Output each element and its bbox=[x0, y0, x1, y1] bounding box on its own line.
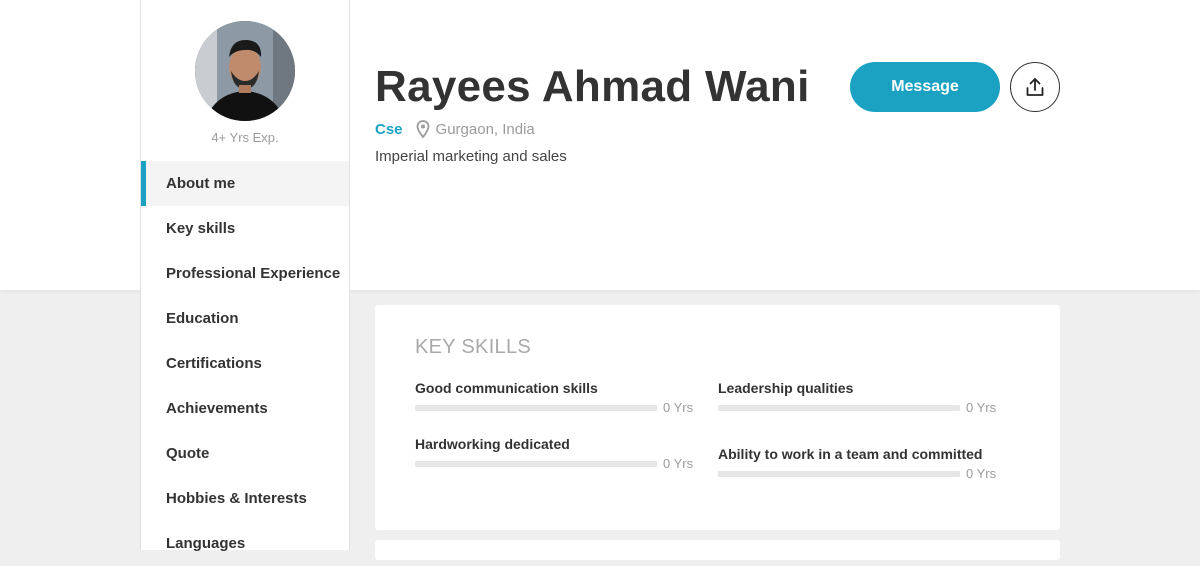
next-section-card bbox=[375, 540, 1060, 560]
profile-meta: Cse Gurgaon, India bbox=[375, 120, 535, 138]
key-skills-card: KEY SKILLS Good communication skills 0 Y… bbox=[375, 305, 1060, 530]
sidebar-item-education[interactable]: Education bbox=[141, 296, 349, 341]
skill-years: 0 Yrs bbox=[663, 456, 694, 471]
share-button[interactable] bbox=[1010, 62, 1060, 112]
message-button[interactable]: Message bbox=[850, 62, 1000, 112]
skill-progress-bar bbox=[415, 460, 657, 467]
key-skills-title: KEY SKILLS bbox=[415, 336, 532, 358]
skill-years: 0 Yrs bbox=[966, 400, 997, 415]
branch-label: Cse bbox=[375, 120, 403, 138]
skill-item: Ability to work in a team and committed … bbox=[718, 446, 998, 481]
skill-name: Ability to work in a team and committed bbox=[718, 446, 983, 462]
profile-name: Rayees Ahmad Wani bbox=[375, 62, 810, 111]
skill-name: Hardworking dedicated bbox=[415, 436, 570, 452]
skill-name: Good communication skills bbox=[415, 380, 598, 396]
sidebar-item-achievements[interactable]: Achievements bbox=[141, 386, 349, 431]
sidebar-item-key-skills[interactable]: Key skills bbox=[141, 206, 349, 251]
profile-photo-icon bbox=[195, 21, 295, 121]
skill-years: 0 Yrs bbox=[966, 466, 997, 481]
profile-headline: Imperial marketing and sales bbox=[375, 148, 567, 165]
sidebar-item-hobbies-interests[interactable]: Hobbies & Interests bbox=[141, 476, 349, 521]
location-pin-icon bbox=[416, 120, 429, 138]
skill-item: Good communication skills 0 Yrs bbox=[415, 380, 695, 415]
sidebar-item-professional-experience[interactable]: Professional Experience bbox=[141, 251, 349, 296]
skill-years: 0 Yrs bbox=[663, 400, 694, 415]
avatar bbox=[195, 21, 295, 121]
sidebar-item-languages[interactable]: Languages bbox=[141, 521, 349, 566]
sidebar-item-quote[interactable]: Quote bbox=[141, 431, 349, 476]
location-label: Gurgaon, India bbox=[435, 120, 535, 138]
sidebar-item-about-me[interactable]: About me bbox=[141, 161, 349, 206]
profile-nav: About me Key skills Professional Experie… bbox=[141, 161, 349, 566]
skill-item: Leadership qualities 0 Yrs bbox=[718, 380, 998, 415]
share-upload-icon bbox=[1026, 78, 1044, 96]
experience-label: 4+ Yrs Exp. bbox=[211, 130, 279, 145]
skill-progress-bar bbox=[415, 404, 657, 411]
profile-sidebar: 4+ Yrs Exp. About me Key skills Professi… bbox=[140, 0, 350, 552]
skill-progress-bar bbox=[718, 404, 960, 411]
skill-name: Leadership qualities bbox=[718, 380, 854, 396]
sidebar-item-certifications[interactable]: Certifications bbox=[141, 341, 349, 386]
skill-progress-bar bbox=[718, 470, 960, 477]
skill-item: Hardworking dedicated 0 Yrs bbox=[415, 436, 695, 471]
